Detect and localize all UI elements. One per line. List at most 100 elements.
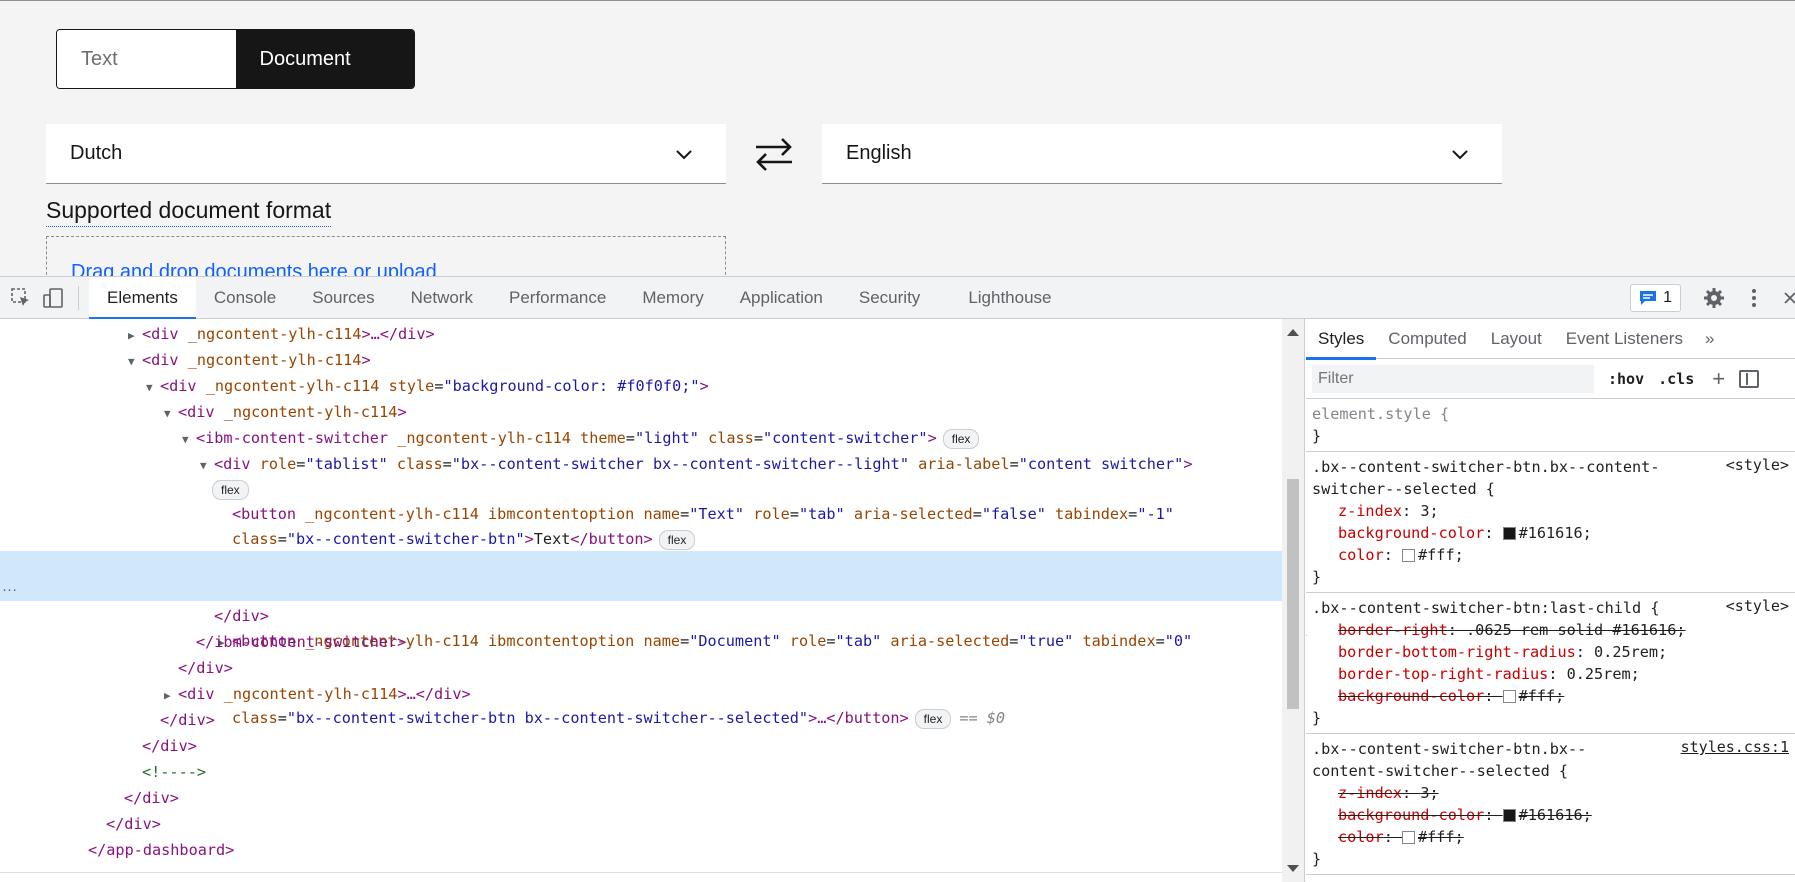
tab-event-listeners[interactable]: Event Listeners <box>1554 319 1695 359</box>
expand-triangle-icon[interactable]: ▶ <box>128 323 142 349</box>
css-declaration[interactable]: border-bottom-right-radius: 0.25rem; <box>1312 641 1789 663</box>
attr-value: "bx--content-switcher bx--content-switch… <box>451 455 909 473</box>
dom-node[interactable]: <button _ngcontent-ylh-c114 ibmcontentop… <box>0 501 1282 527</box>
collapse-triangle-icon[interactable]: ▼ <box>164 401 178 427</box>
chevron-down-icon <box>676 150 692 160</box>
dom-close-tag[interactable]: </ibm-content-switcher> <box>0 629 1282 655</box>
dom-close-tag[interactable]: </div> <box>0 785 1282 811</box>
tag-end: > <box>361 351 371 369</box>
css-declaration[interactable]: border-top-right-radius: 0.25rem; <box>1312 663 1789 685</box>
color-swatch[interactable] <box>1402 549 1416 562</box>
css-declaration-overridden[interactable]: border-right: .0625 rem solid #161616; <box>1306 619 1789 641</box>
rule-origin-link[interactable]: styles.css:1 <box>1681 738 1789 756</box>
css-rule-selected-btn[interactable]: <style> .bx--content-switcher-btn.bx--co… <box>1306 452 1795 593</box>
expand-triangle-icon[interactable]: ▶ <box>164 683 178 709</box>
color-swatch[interactable] <box>1502 690 1516 703</box>
flex-badge[interactable]: flex <box>212 479 249 500</box>
inspect-element-icon[interactable] <box>10 287 32 309</box>
tab-layout[interactable]: Layout <box>1479 319 1554 359</box>
dropzone-text[interactable]: Drag and drop documents here or upload <box>71 261 437 276</box>
dom-node[interactable]: ▶ <div _ngcontent-ylh-c114>…</div> <box>0 681 1282 707</box>
attr-value: "content switcher" <box>1018 455 1184 473</box>
tab-memory[interactable]: Memory <box>624 277 721 319</box>
tab-security[interactable]: Security <box>841 277 938 319</box>
class-toggle-button[interactable]: .cls <box>1658 370 1694 388</box>
text-tab-button[interactable]: Text <box>57 30 236 88</box>
toggle-sidebar-icon[interactable] <box>1739 369 1760 388</box>
color-swatch[interactable] <box>1402 831 1416 844</box>
rule-selector-cont[interactable]: switcher--selected { <box>1312 478 1789 500</box>
dom-close-tag[interactable]: </app-dashboard> <box>0 837 1282 863</box>
css-declaration-overridden[interactable]: z-index: 3; <box>1312 782 1789 804</box>
rule-selector[interactable]: element.style { <box>1312 403 1789 425</box>
dom-close-tag[interactable]: </div> <box>0 733 1282 759</box>
css-declaration[interactable]: color: #fff; <box>1312 544 1789 566</box>
tag-name: <div <box>142 325 179 343</box>
rule-selector-cont[interactable]: content-switcher--selected { <box>1312 760 1789 782</box>
settings-gear-icon[interactable] <box>1703 287 1725 309</box>
tab-application[interactable]: Application <box>722 277 841 319</box>
elements-scrollbar[interactable] <box>1282 319 1304 882</box>
dom-node[interactable]: ▼ <div _ngcontent-ylh-c114> <box>0 399 1282 425</box>
device-toolbar-icon[interactable] <box>42 287 64 309</box>
style-rules: element.style { } <style> .bx--content-s… <box>1306 399 1795 875</box>
more-tabs-chevron-icon[interactable]: » <box>1695 329 1724 349</box>
rule-selector[interactable]: .bx--content-switcher-btn:last-child { <box>1312 597 1789 619</box>
devtools-panel: Elements Console Sources Network Perform… <box>0 276 1795 882</box>
styles-filter-input[interactable] <box>1312 364 1594 393</box>
collapse-triangle-icon[interactable]: ▼ <box>128 349 142 375</box>
color-swatch[interactable] <box>1502 527 1516 540</box>
css-declaration-overridden[interactable]: background-color: #fff; <box>1312 685 1789 707</box>
dom-comment[interactable]: <!----> <box>0 759 1282 785</box>
css-rule-stylesheet[interactable]: styles.css:1 .bx--content-switcher-btn.b… <box>1306 734 1795 875</box>
dom-node[interactable]: ▼ <div _ngcontent-ylh-c114 style="backgro… <box>0 373 1282 399</box>
flex-badge[interactable]: flex <box>942 428 980 449</box>
target-language-select[interactable]: English <box>822 124 1502 184</box>
issues-button[interactable]: 1 <box>1630 284 1681 312</box>
css-declaration-overridden[interactable]: background-color: #161616; <box>1312 804 1789 826</box>
dom-close-tag[interactable]: </div> <box>0 707 1282 733</box>
hover-state-button[interactable]: :hov <box>1608 370 1644 388</box>
scroll-thumb[interactable] <box>1287 479 1299 709</box>
upload-dropzone[interactable]: Drag and drop documents here or upload <box>46 236 726 276</box>
color-swatch[interactable] <box>1502 809 1516 822</box>
dom-node[interactable]: ▶ <div _ngcontent-ylh-c114>…</div> <box>0 321 1282 347</box>
dom-close-tag[interactable]: </div> <box>0 603 1282 629</box>
css-declaration-overridden[interactable]: color: #fff; <box>1312 826 1789 848</box>
collapse-triangle-icon[interactable]: ▼ <box>146 375 160 401</box>
dom-node[interactable]: ▼ <div role="tablist" class="bx--content-… <box>0 451 1282 477</box>
tab-sources[interactable]: Sources <box>294 277 392 319</box>
selected-dom-node[interactable]: ··· ▶ <button _ngcontent-ylh-c114 ibmcont… <box>0 551 1282 729</box>
tab-console[interactable]: Console <box>196 277 294 319</box>
css-declaration[interactable]: background-color: #161616; <box>1312 522 1789 544</box>
css-declaration[interactable]: z-index: 3; <box>1312 500 1789 522</box>
node-actions-ellipsis[interactable]: ··· <box>2 577 17 603</box>
source-language-select[interactable]: Dutch <box>46 124 726 184</box>
flex-badge[interactable]: flex <box>658 529 696 550</box>
dom-close-tag[interactable]: </div> <box>0 655 1282 681</box>
collapse-triangle-icon[interactable]: ▼ <box>182 427 196 453</box>
tab-performance[interactable]: Performance <box>491 277 624 319</box>
rule-selector[interactable]: .bx--content-switcher-btn.bx--content- <box>1312 456 1789 478</box>
element-style-rule[interactable]: element.style { } <box>1306 399 1795 452</box>
document-tab-button[interactable]: Document <box>235 30 414 88</box>
swap-languages-icon[interactable] <box>752 134 796 174</box>
dom-node[interactable]: ▼ <ibm-content-switcher _ngcontent-ylh-c1… <box>0 425 1282 451</box>
tab-elements[interactable]: Elements <box>89 276 196 320</box>
css-rule-last-child[interactable]: <style> .bx--content-switcher-btn:last-c… <box>1306 593 1795 734</box>
dom-node-cont[interactable]: class="bx--content-switcher-btn">Text</b… <box>0 526 1282 552</box>
tab-lighthouse[interactable]: Lighthouse <box>938 277 1069 319</box>
attr-name: class <box>698 429 754 447</box>
new-rule-plus-icon[interactable]: + <box>1712 366 1725 392</box>
more-options-icon[interactable] <box>1743 287 1765 309</box>
dom-close-tag[interactable]: </div> <box>0 811 1282 837</box>
tab-styles[interactable]: Styles <box>1306 319 1377 360</box>
message-icon <box>1640 291 1657 305</box>
tab-computed[interactable]: Computed <box>1376 319 1478 359</box>
scroll-up-arrow-icon[interactable] <box>1287 329 1299 336</box>
supported-format-link[interactable]: Supported document format <box>46 197 332 227</box>
dom-node[interactable]: ▼ <div _ngcontent-ylh-c114> <box>0 347 1282 373</box>
close-icon[interactable] <box>1783 287 1795 309</box>
scroll-down-arrow-icon[interactable] <box>1287 865 1299 872</box>
tab-network[interactable]: Network <box>393 277 491 319</box>
